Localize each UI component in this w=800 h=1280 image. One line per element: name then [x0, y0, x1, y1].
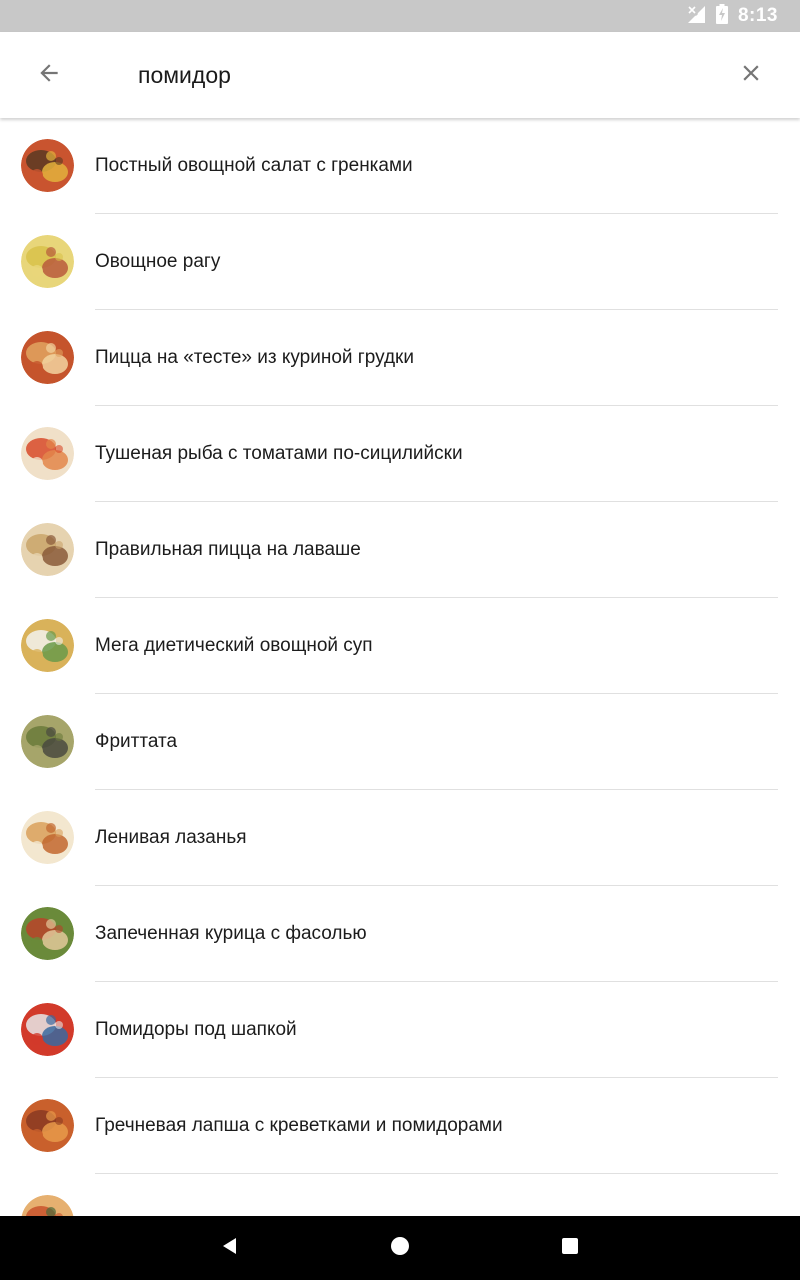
- result-item[interactable]: Гречневая лапша с креветками и помидорам…: [0, 1078, 800, 1174]
- result-item[interactable]: Тушеная рыба с томатами по-сицилийски: [0, 406, 800, 502]
- recipe-thumbnail: [21, 715, 74, 768]
- navigation-bar: [0, 1216, 800, 1280]
- recipe-title: Запеченная курица с фасолью: [95, 923, 367, 944]
- battery-charging-icon: [715, 3, 728, 29]
- result-item[interactable]: Правильная пицца на лаваше: [0, 502, 800, 598]
- recipe-thumbnail: [21, 811, 74, 864]
- search-input[interactable]: помидор: [138, 32, 231, 118]
- recipe-thumbnail: [21, 427, 74, 480]
- nav-back-button[interactable]: [210, 1228, 250, 1268]
- recipe-thumbnail: [21, 619, 74, 672]
- recipe-thumbnail: [21, 523, 74, 576]
- close-icon: [738, 60, 764, 91]
- result-item[interactable]: Пицца на «тесте» из куриной грудки: [0, 310, 800, 406]
- recipe-title: Помидоры под шапкой: [95, 1019, 297, 1040]
- recipe-thumbnail: [21, 139, 74, 192]
- nav-back-icon: [220, 1236, 240, 1261]
- result-item[interactable]: Помидоры под шапкой: [0, 982, 800, 1078]
- search-bar: помидор: [0, 32, 800, 118]
- recipe-thumbnail: [21, 1099, 74, 1152]
- back-button[interactable]: [26, 52, 72, 98]
- recipe-thumbnail: [21, 235, 74, 288]
- result-item[interactable]: Мега диетический овощной суп: [0, 598, 800, 694]
- result-item[interactable]: Фриттата: [0, 694, 800, 790]
- no-signal-icon: [686, 4, 706, 29]
- result-item[interactable]: Овощное рагу: [0, 214, 800, 310]
- recipe-title: Ленивая лазанья: [95, 827, 247, 848]
- recipe-title: Овощное рагу: [95, 251, 221, 272]
- status-icons: 8:13: [686, 0, 778, 32]
- result-item[interactable]: Постный овощной салат с гренками: [0, 118, 800, 214]
- recipe-title: Фриттата: [95, 731, 178, 752]
- clear-search-button[interactable]: [728, 52, 774, 98]
- recipe-thumbnail: [21, 1195, 74, 1216]
- result-item[interactable]: Ленивая лазанья: [0, 790, 800, 886]
- recipe-title: Пицца на «тесте» из куриной грудки: [95, 347, 414, 368]
- recipe-thumbnail: [21, 907, 74, 960]
- nav-recents-button[interactable]: [550, 1228, 590, 1268]
- status-bar: 8:13: [0, 0, 800, 32]
- nav-home-button[interactable]: [380, 1228, 420, 1268]
- arrow-back-icon: [36, 60, 62, 91]
- recipe-title: Правильная пицца на лаваше: [95, 539, 361, 560]
- nav-home-icon: [390, 1236, 410, 1261]
- result-item[interactable]: [0, 1174, 800, 1216]
- nav-recents-icon: [561, 1237, 579, 1260]
- result-item[interactable]: Запеченная курица с фасолью: [0, 886, 800, 982]
- recipe-thumbnail: [21, 331, 74, 384]
- recipe-title: Гречневая лапша с креветками и помидорам…: [95, 1115, 503, 1136]
- status-time: 8:13: [737, 5, 778, 26]
- recipe-title: Тушеная рыба с томатами по-сицилийски: [95, 443, 463, 464]
- recipe-thumbnail: [21, 1003, 74, 1056]
- search-results-list: Постный овощной салат с гренками Овощное …: [0, 118, 800, 1216]
- recipe-title: Постный овощной салат с гренками: [95, 155, 413, 176]
- recipe-title: Мега диетический овощной суп: [95, 635, 373, 656]
